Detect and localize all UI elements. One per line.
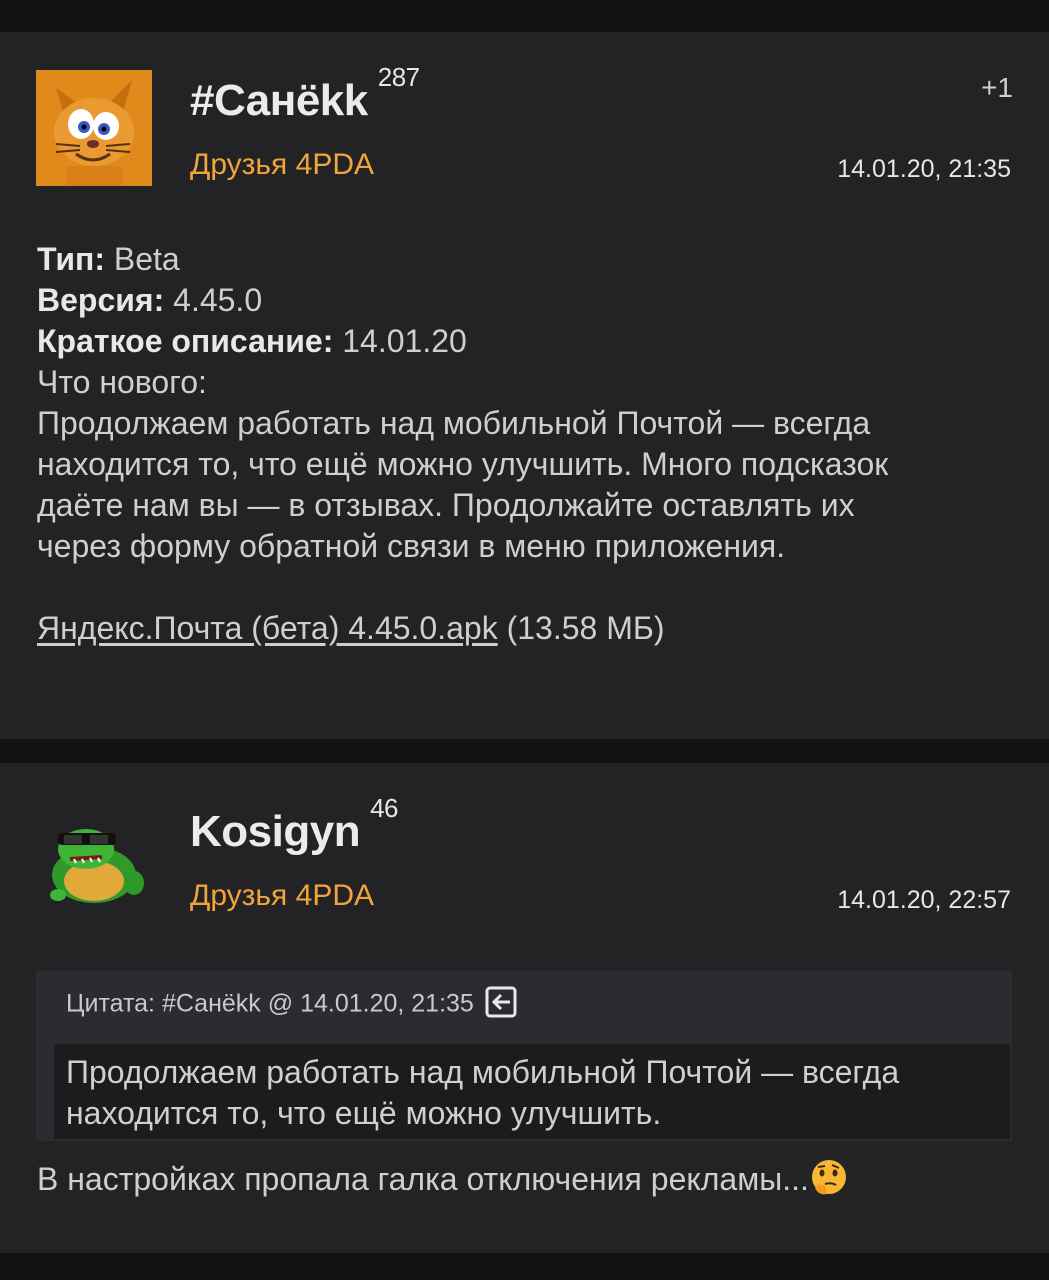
reputation-count[interactable]: 46 bbox=[370, 793, 398, 823]
post-version-label: Версия: bbox=[37, 282, 165, 318]
quote-block: Цитата: #Санёkk @ 14.01.20, 21:35 Продол… bbox=[36, 970, 1012, 1141]
post-version-value: 4.45.0 bbox=[173, 282, 263, 318]
author-nick[interactable]: #Санёkk 287 bbox=[190, 62, 420, 126]
post-desc-label: Краткое описание: bbox=[37, 323, 334, 359]
post-body: Тип: Beta Версия: 4.45.0 Краткое описани… bbox=[37, 239, 997, 649]
post-date: 14.01.20, 22:57 bbox=[837, 886, 1011, 914]
author-nick[interactable]: Kosigyn 46 bbox=[190, 793, 398, 857]
post-desc-line: Краткое описание: 14.01.20 bbox=[37, 321, 997, 362]
post-date: 14.01.20, 21:35 bbox=[837, 155, 1011, 183]
post-type-value: Beta bbox=[113, 241, 180, 277]
cat-avatar-icon[interactable] bbox=[36, 70, 152, 186]
author-nick-text[interactable]: #Санёkk bbox=[190, 76, 368, 125]
user-group: Друзья 4PDA bbox=[190, 148, 374, 181]
karma-badge[interactable]: +1 bbox=[981, 72, 1013, 104]
post-text-line: Что нового: bbox=[37, 364, 207, 400]
post-desc-value: 14.01.20 bbox=[342, 323, 467, 359]
quote-header: Цитата: #Санёkk @ 14.01.20, 21:35 bbox=[66, 985, 518, 1022]
post-text-line: через форму обратной связи в меню прилож… bbox=[37, 528, 786, 564]
quote-body: Продолжаем работать над мобильной Почтой… bbox=[54, 1044, 1010, 1139]
post-text-line: находится то, что ещё можно улучшить. Мн… bbox=[37, 446, 889, 482]
attachment: Яндекс.Почта (бета) 4.45.0.apk (13.58 МБ… bbox=[37, 608, 997, 649]
turtle-avatar-icon[interactable] bbox=[36, 799, 152, 915]
post: #Санёkk 287 Друзья 4PDA +1 14.01.20, 21:3… bbox=[0, 32, 1049, 739]
thinking-face-emoji bbox=[809, 1158, 849, 1198]
post-text-line: даёте нам вы — в отзывах. Продолжайте ос… bbox=[37, 487, 855, 523]
attachment-link[interactable]: Яндекс.Почта (бета) 4.45.0.apk bbox=[37, 610, 498, 646]
jump-to-post-icon[interactable] bbox=[484, 985, 518, 1019]
post-type-label: Тип: bbox=[37, 241, 105, 277]
quote-text-line: Продолжаем работать над мобильной Почтой… bbox=[66, 1054, 900, 1090]
author-nick-text[interactable]: Kosigyn bbox=[190, 807, 361, 856]
reply-text-content: В настройках пропала галка отключения ре… bbox=[37, 1161, 809, 1197]
attachment-size: (13.58 МБ) bbox=[506, 610, 665, 646]
post: Kosigyn 46 Друзья 4PDA 14.01.20, 22:57 Ци… bbox=[0, 763, 1049, 1253]
quote-header-text: Цитата: #Санёkk @ 14.01.20, 21:35 bbox=[66, 989, 474, 1018]
reply-text: В настройках пропала галка отключения ре… bbox=[37, 1158, 849, 1202]
user-group: Друзья 4PDA bbox=[190, 879, 374, 912]
reputation-count[interactable]: 287 bbox=[378, 62, 420, 92]
post-type-line: Тип: Beta bbox=[37, 239, 997, 280]
post-text-line: Продолжаем работать над мобильной Почтой… bbox=[37, 405, 871, 441]
quote-text-line: находится то, что ещё можно улучшить. bbox=[66, 1095, 662, 1131]
post-version-line: Версия: 4.45.0 bbox=[37, 280, 997, 321]
